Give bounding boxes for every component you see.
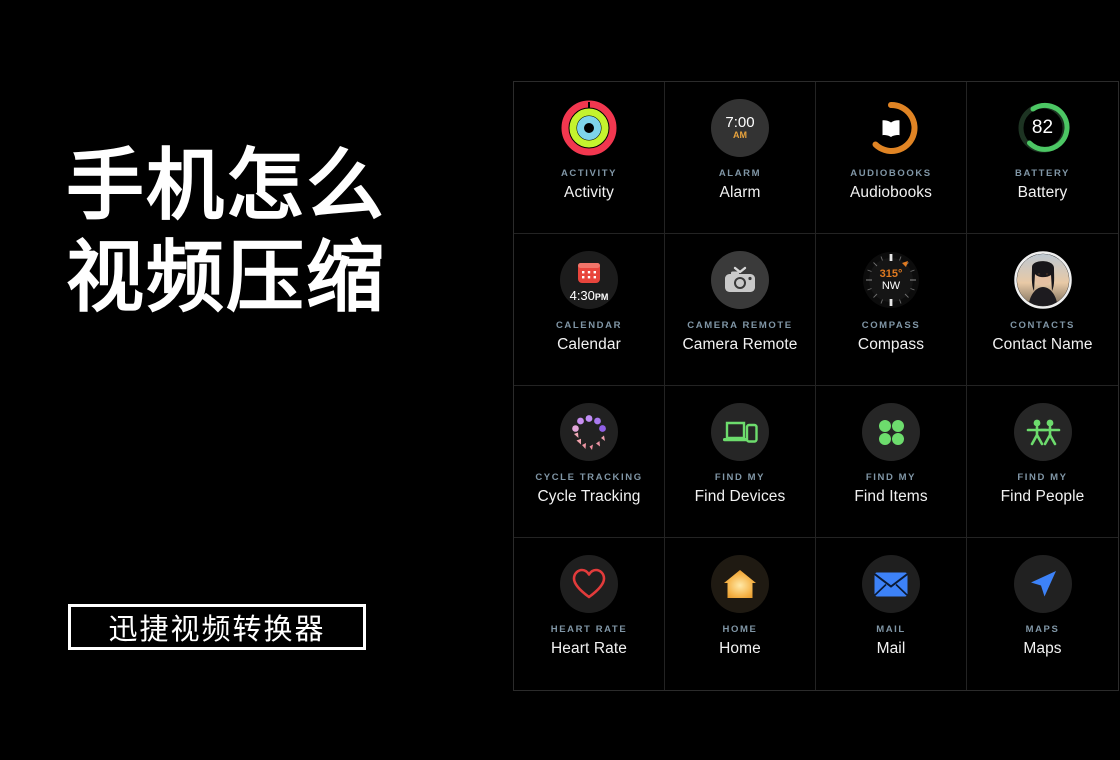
app-category-label: FIND MY [714, 472, 766, 483]
app-category-label: FIND MY [1017, 472, 1068, 483]
app-name-label: Find Items [854, 488, 928, 505]
contact-avatar-icon [1013, 251, 1072, 309]
alarm-meridiem: AM [733, 130, 747, 140]
app-name-label: Find Devices [694, 488, 786, 505]
app-category-label: CONTACTS [1010, 320, 1075, 331]
app-brand-button[interactable]: 迅捷视频转换器 [68, 604, 366, 650]
app-cell-mail[interactable]: MAIL Mail [816, 538, 967, 690]
app-cell-battery[interactable]: 82 BATTERY Battery [967, 82, 1118, 234]
calendar-meridiem: PM [594, 292, 609, 302]
app-category-label: ALARM [718, 168, 762, 179]
screenshot-root: 手机怎么 视频压缩 迅捷视频转换器 ACTIVITY Activity 7:00 [0, 0, 1120, 760]
calendar-icon: 4:30PM [560, 251, 618, 309]
find-people-icon [1013, 403, 1072, 461]
app-cell-alarm[interactable]: 7:00 AM ALARM Alarm [665, 82, 816, 234]
battery-ring-icon: 82 [1014, 99, 1072, 157]
compass-icon: 315° NW [862, 251, 920, 309]
app-cell-activity[interactable]: ACTIVITY Activity [514, 82, 665, 234]
app-name-label: Compass [857, 336, 925, 353]
app-cell-compass[interactable]: 315° NW COMPASS Compass [816, 234, 967, 386]
find-items-icon [862, 403, 920, 461]
app-category-label: HEART RATE [550, 624, 628, 635]
heart-icon [560, 555, 618, 613]
battery-level-value: 82 [1031, 117, 1054, 138]
app-name-label: Camera Remote [682, 336, 798, 353]
app-category-label: COMPASS [861, 320, 921, 331]
home-icon [711, 555, 769, 613]
app-name-label: Maps [1023, 640, 1062, 657]
app-name-label: Alarm [719, 184, 761, 201]
app-cell-find-items[interactable]: FIND MY Find Items [816, 386, 967, 538]
cycle-tracking-icon [560, 403, 618, 461]
app-cell-find-devices[interactable]: FIND MY Find Devices [665, 386, 816, 538]
alarm-clock-icon: 7:00 AM [711, 99, 769, 157]
app-cell-contacts[interactable]: CONTACTS Contact Name [967, 234, 1118, 386]
app-cell-audiobooks[interactable]: AUDIOBOOKS Audiobooks [816, 82, 967, 234]
app-category-label: FIND MY [865, 472, 917, 483]
app-category-label: CALENDAR [555, 320, 623, 331]
page-title: 手机怎么 视频压缩 [66, 141, 387, 323]
app-cell-camera-remote[interactable]: CAMERA REMOTE Camera Remote [665, 234, 816, 386]
app-category-label: AUDIOBOOKS [850, 168, 932, 179]
promo-panel: 手机怎么 视频压缩 迅捷视频转换器 [0, 0, 500, 760]
app-name-label: Contact Name [992, 336, 1093, 353]
mail-envelope-icon [862, 555, 920, 613]
app-name-label: Home [719, 640, 761, 657]
app-name-label: Audiobooks [849, 184, 932, 201]
app-cell-heart-rate[interactable]: HEART RATE Heart Rate [514, 538, 665, 690]
compass-heading: 315° [879, 268, 903, 280]
app-cell-cycle-tracking[interactable]: CYCLE TRACKING Cycle Tracking [514, 386, 665, 538]
app-category-label: MAIL [876, 624, 906, 635]
activity-rings-icon [560, 99, 618, 157]
app-name-label: Find People [1000, 488, 1085, 505]
app-name-label: Calendar [557, 336, 621, 353]
calendar-time: 4:30 [569, 288, 595, 303]
app-name-label: Mail [876, 640, 906, 657]
audiobooks-icon [862, 99, 920, 157]
app-name-label: Battery [1017, 184, 1068, 201]
camera-icon [711, 251, 769, 309]
app-category-label: MAPS [1025, 624, 1060, 635]
app-name-label: Cycle Tracking [537, 488, 641, 505]
app-category-label: CYCLE TRACKING [535, 472, 643, 483]
app-category-label: CAMERA REMOTE [687, 320, 793, 331]
app-cell-home[interactable]: HOME Home [665, 538, 816, 690]
find-devices-icon [711, 403, 769, 461]
app-cell-maps[interactable]: MAPS Maps [967, 538, 1118, 690]
maps-arrow-icon [1013, 555, 1072, 613]
app-name-label: Activity [564, 184, 614, 201]
app-category-label: ACTIVITY [560, 168, 618, 179]
app-cell-calendar[interactable]: 4:30PM CALENDAR Calendar [514, 234, 665, 386]
app-cell-find-people[interactable]: FIND MY Find People [967, 386, 1118, 538]
app-category-label: HOME [722, 624, 758, 635]
compass-direction: NW [881, 280, 901, 292]
app-category-label: BATTERY [1014, 168, 1070, 179]
alarm-time: 7:00 [725, 114, 755, 131]
app-grid: ACTIVITY Activity 7:00 AM ALARM Alarm AU… [513, 81, 1119, 691]
app-name-label: Heart Rate [551, 640, 627, 657]
